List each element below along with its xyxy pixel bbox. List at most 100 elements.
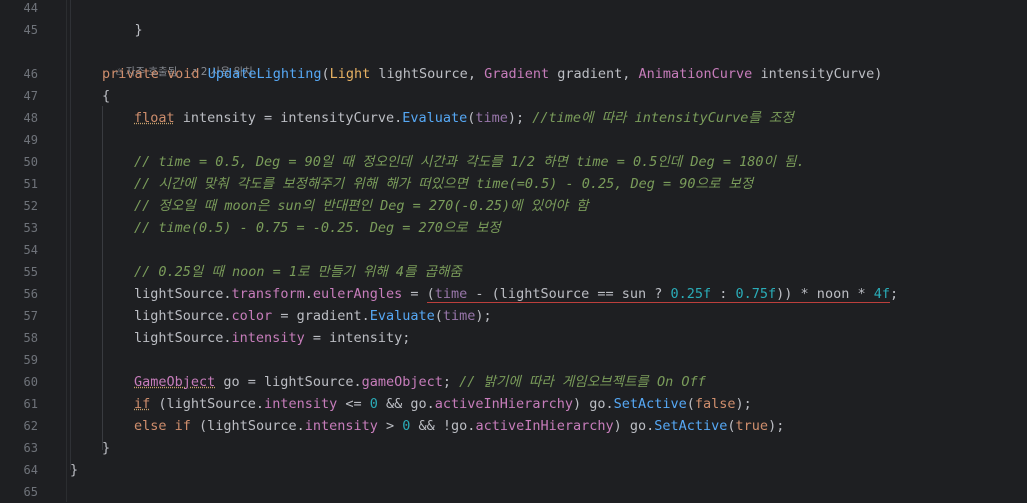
line-number: 59 [23, 353, 38, 367]
code-line-46[interactable]: private void UpdateLighting(Light lightS… [102, 63, 882, 85]
method-call: Evaluate [369, 308, 435, 324]
code-comment: //time에 따라 intensityCurve를 조정 [532, 110, 794, 126]
code-text: ); [735, 396, 752, 412]
line-number-gutter: 44 45 46 47 48 49 50 51 52 53 54 55 56 5… [0, 0, 38, 502]
identifier: time [434, 286, 468, 302]
code-line-50[interactable]: // time = 0.5, Deg = 90일 때 정오인데 시간과 각도를 … [134, 151, 805, 173]
code-text: = gradient. [272, 308, 370, 324]
code-text: (lightSource. [150, 396, 265, 412]
gutter-divider [66, 0, 67, 502]
number-literal: 0.75f [735, 286, 777, 302]
code-text: <= [337, 396, 370, 412]
indent-guide [70, 0, 71, 470]
line-number: 46 [23, 67, 38, 81]
code-line-51[interactable]: // 시간에 맞춰 각도를 보정해주기 위해 해가 떠있으면 time(=0.5… [134, 173, 753, 195]
line-number: 55 [23, 265, 38, 279]
line-number: 44 [23, 1, 38, 15]
keyword: false [694, 396, 736, 412]
line-number: 47 [23, 89, 38, 103]
opening-brace: { [102, 88, 111, 104]
keyword: private [102, 66, 159, 82]
method-call: SetActive [654, 418, 728, 434]
code-text: intensityCurve) [752, 66, 883, 82]
code-line-44[interactable]: } [102, 0, 143, 38]
code-line-56[interactable]: lightSource.transform.eulerAngles = (tim… [134, 283, 898, 305]
code-line-48[interactable]: float intensity = intensityCurve.Evaluat… [134, 107, 794, 129]
identifier: time [442, 308, 476, 324]
code-line-52[interactable]: // 정오일 때 moon은 sun의 반대편인 Deg = 270(-0.25… [134, 195, 589, 217]
code-text: && go. [377, 396, 435, 412]
line-number: 49 [23, 133, 38, 147]
method-name: UpdateLighting [207, 66, 322, 82]
code-line-63[interactable]: } [102, 437, 110, 459]
type-name: GameObject [134, 374, 216, 390]
code-text: ( [727, 418, 736, 434]
codelens-hint[interactable]: 🔥︎ 자주 호출됨 ↗ 2 사용 위치 [102, 42, 252, 78]
code-comment: // 밝기에 따라 게임오브젝트를 On Off [459, 374, 706, 390]
code-text: )) * noon * [776, 286, 874, 302]
member-name: color [231, 308, 273, 324]
line-number: 56 [23, 287, 38, 301]
method-call: SetActive [613, 396, 687, 412]
closing-brace: } [102, 440, 111, 456]
closing-brace: } [70, 462, 79, 478]
line-number: 51 [23, 177, 38, 191]
member-name: intensity [231, 330, 305, 346]
member-name: intensity [264, 396, 338, 412]
code-text: ); [475, 308, 492, 324]
code-text: ( [434, 308, 443, 324]
member-name: eulerAngles [312, 286, 403, 302]
code-line-62[interactable]: else if (lightSource.intensity > 0 && !g… [134, 415, 784, 437]
code-line-60[interactable]: GameObject go = lightSource.gameObject; … [134, 371, 706, 393]
line-number: 64 [23, 463, 38, 477]
keyword: if [174, 418, 191, 434]
code-text: go = lightSource. [215, 374, 362, 390]
code-text: . [304, 286, 313, 302]
code-text: : [711, 286, 736, 302]
line-number: 45 [23, 23, 38, 37]
keyword: if [134, 396, 151, 412]
keyword: true [735, 418, 769, 434]
member-name: activeInHierarchy [434, 396, 573, 412]
code-text: ( [426, 286, 435, 302]
line-number: 52 [23, 199, 38, 213]
type-name: Gradient [484, 66, 550, 82]
line-number: 61 [23, 397, 38, 411]
line-number: 54 [23, 243, 38, 257]
member-name: transform [231, 286, 305, 302]
code-line-57[interactable]: lightSource.color = gradient.Evaluate(ti… [134, 305, 492, 327]
code-text: ); [507, 110, 533, 126]
code-line-55[interactable]: // 0.25일 때 noon = 1로 만들기 위해 4를 곱해줌 [134, 261, 462, 283]
code-text: intensity = intensityCurve. [174, 110, 403, 126]
code-editor[interactable]: 44 45 46 47 48 49 50 51 52 53 54 55 56 5… [0, 0, 1027, 502]
code-text: ; [442, 374, 460, 390]
code-line-58[interactable]: lightSource.intensity = intensity; [134, 327, 410, 349]
method-call: Evaluate [402, 110, 468, 126]
error-squiggle: (time - (lightSource == sun ? 0.25f : 0.… [426, 286, 890, 303]
code-text: lightSource. [134, 308, 232, 324]
line-number: 63 [23, 441, 38, 455]
line-number: 50 [23, 155, 38, 169]
code-text: = [402, 286, 427, 302]
code-line-64[interactable]: } [70, 459, 78, 481]
closing-brace: } [134, 22, 143, 38]
line-number: 57 [23, 309, 38, 323]
indent-guide [102, 106, 103, 450]
member-name: gameObject [361, 374, 443, 390]
code-text: && !go. [410, 418, 476, 434]
type-name: AnimationCurve [638, 66, 753, 82]
code-line-53[interactable]: // time(0.5) - 0.75 = -0.25. Deg = 270으로… [134, 217, 501, 239]
code-text: = intensity; [304, 330, 411, 346]
keyword: float [134, 110, 175, 126]
code-text: (lightSource. [190, 418, 305, 434]
code-line-47[interactable]: { [102, 85, 110, 107]
code-line-61[interactable]: if (lightSource.intensity <= 0 && go.act… [134, 393, 752, 415]
code-text: > [377, 418, 403, 434]
code-text: ) go. [572, 396, 614, 412]
line-number: 53 [23, 221, 38, 235]
line-number: 60 [23, 375, 38, 389]
code-text: lightSource, [370, 66, 485, 82]
code-text: lightSource. [134, 286, 232, 302]
code-text: - (lightSource == sun ? [467, 286, 671, 302]
line-number: 65 [23, 485, 38, 499]
